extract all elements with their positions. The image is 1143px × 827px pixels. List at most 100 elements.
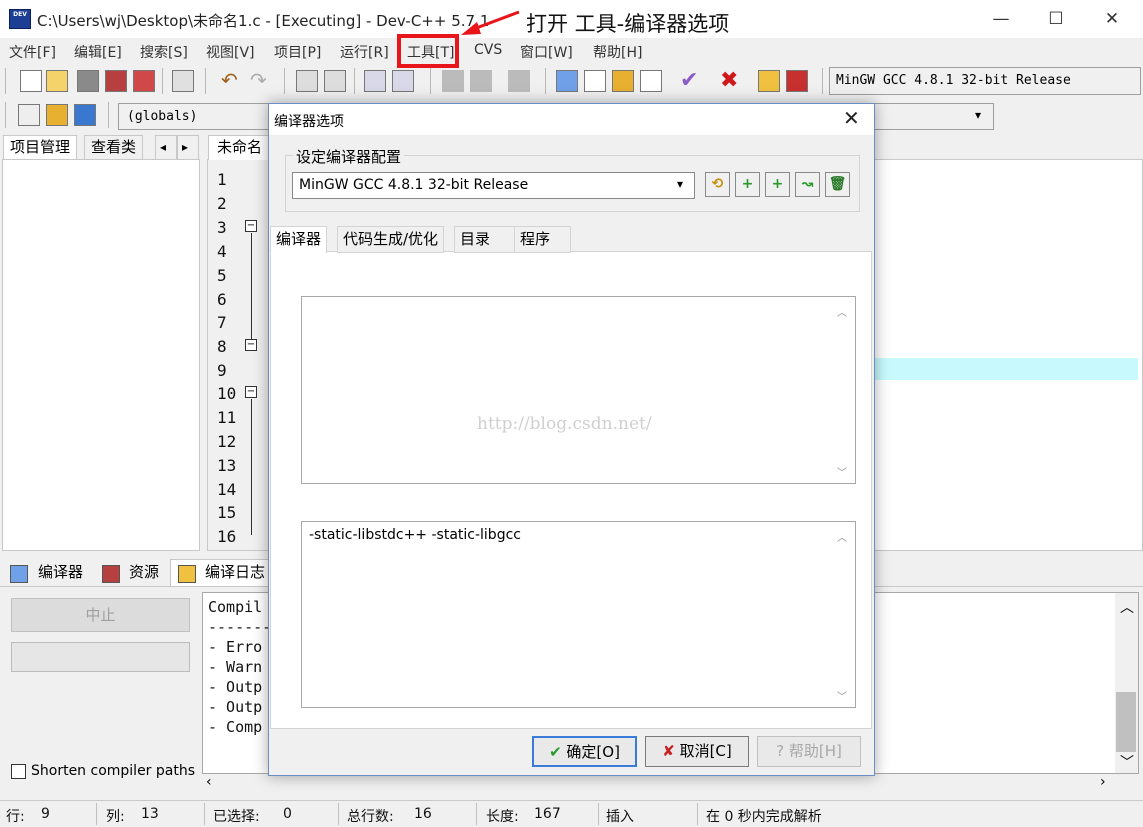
fold-toggle-icon[interactable]: − [245,220,257,232]
ok-button[interactable]: ✔ 确定[O] [532,736,637,767]
profile-icon[interactable] [758,70,780,92]
dialog-close-button[interactable]: ✕ [843,106,860,130]
toolbar-grip [5,102,6,128]
toggle-bookmark-icon[interactable] [46,104,68,126]
compiler-profile-select[interactable]: MinGW GCC 4.8.1 32-bit Release [829,67,1141,95]
scroll-up-icon[interactable]: ︿ [837,529,847,544]
project-tree[interactable] [2,159,200,551]
syntax-check-icon[interactable]: ✔ [680,68,698,93]
save-all-icon[interactable] [105,70,127,92]
chevron-down-icon[interactable]: ▾ [677,177,683,191]
status-separator [476,803,477,825]
compiler-commands-memo[interactable] [301,296,856,484]
scroll-down-icon[interactable]: ﹀ [1120,752,1134,772]
new-file-icon[interactable] [20,70,42,92]
indent-icon [442,70,464,92]
toolbar-separator [162,68,163,94]
tab-project[interactable]: 项目管理 [3,135,78,160]
menu-run[interactable]: 运行[R] [340,42,389,62]
scroll-up-icon[interactable]: ︿ [1120,597,1134,617]
help-icon: ? [776,742,785,760]
goto-bookmark-icon[interactable] [74,104,96,126]
tab-compiler[interactable]: 编译器 [38,561,83,586]
menu-view[interactable]: 视图[V] [206,42,255,62]
menu-search[interactable]: 搜索[S] [140,42,188,62]
tab-prev-icon[interactable]: ◂ [155,135,177,160]
tab-compile-log[interactable]: 编译日志 [205,561,265,586]
tab-resources[interactable]: 资源 [129,561,159,586]
status-separator [338,803,339,825]
delete-compiler-icon[interactable]: 🗑 [825,172,850,197]
toolbar-separator [205,68,206,94]
status-sel-value: 0 [283,806,292,822]
status-lines-value: 16 [414,806,432,822]
open-file-icon[interactable] [46,70,68,92]
replace-icon[interactable] [324,70,346,92]
scroll-left-icon[interactable]: ‹ [206,774,212,790]
close-file-icon[interactable] [133,70,155,92]
status-len-value: 167 [534,806,561,822]
close-button[interactable]: ✕ [1089,0,1135,38]
linker-commands-memo[interactable] [301,521,856,708]
chevron-down-icon[interactable]: ▾ [975,108,981,122]
compile-icon[interactable] [556,70,578,92]
insert-icon[interactable] [18,104,40,126]
rebuild-icon[interactable] [640,70,662,92]
tab-directories[interactable]: 目录 [454,226,515,253]
dialog-title: 编译器选项 [274,114,344,130]
line-number: 6 [217,290,227,309]
log-horizontal-scrollbar[interactable] [203,775,1138,794]
status-col-value: 13 [141,806,159,822]
stop-execution-icon[interactable]: ✖ [720,68,738,93]
annotation-text: 打开 工具-编译器选项 [526,12,730,36]
status-len-label: 长度: [486,809,519,825]
shorten-paths-checkbox[interactable] [11,764,26,779]
tab-classes[interactable]: 查看类 [84,135,144,160]
goto-function-icon[interactable] [392,70,414,92]
tab-codegen[interactable]: 代码生成/优化 [337,226,445,253]
menu-window[interactable]: 窗口[W] [520,42,573,62]
resources-tab-icon [102,565,120,583]
status-insert-mode: 插入 [606,809,634,825]
rename-compiler-icon[interactable]: ↝ [795,172,820,197]
menu-file[interactable]: 文件[F] [9,42,56,62]
print-icon[interactable] [172,70,194,92]
editor-tab[interactable]: 未命名1 [208,135,270,179]
redo-icon[interactable]: ↷ [250,68,267,92]
menu-edit[interactable]: 编辑[E] [74,42,122,62]
menu-cvs[interactable]: CVS [474,42,502,58]
log-line: - Warn [208,658,263,676]
add-folder-compiler-icon[interactable]: + [765,172,790,197]
scroll-right-icon[interactable]: › [1100,774,1106,790]
debug-icon[interactable] [786,70,808,92]
minimize-button[interactable]: — [978,0,1024,38]
run-icon[interactable] [584,70,606,92]
save-icon[interactable] [77,70,99,92]
maximize-button[interactable]: ☐ [1033,0,1079,38]
add-compiler-icon[interactable]: + [735,172,760,197]
scroll-down-icon[interactable]: ﹀ [837,464,847,479]
cancel-button[interactable]: ✘ 取消[C] [645,736,749,767]
menu-project[interactable]: 项目[P] [274,42,321,62]
compile-run-icon[interactable] [612,70,634,92]
app-icon: DEV [9,9,31,29]
scroll-down-icon[interactable]: ﹀ [837,688,847,703]
goto-line-icon[interactable] [364,70,386,92]
find-icon[interactable] [296,70,318,92]
find-compiler-icon[interactable]: ⟲ [705,172,730,197]
tab-compiler-settings[interactable]: 编译器 [270,226,328,254]
compiler-set-select[interactable]: MinGW GCC 4.8.1 32-bit Release [292,172,695,199]
undo-icon[interactable]: ↶ [221,68,238,92]
menu-help[interactable]: 帮助[H] [593,42,642,62]
status-row-label: 行: [6,809,25,825]
status-col-label: 列: [106,809,125,825]
help-button: ? 帮助[H] [757,736,861,767]
line-number: 14 [217,480,237,499]
fold-toggle-icon[interactable]: − [245,386,257,398]
log-scroll-thumb[interactable] [1116,692,1136,752]
fold-toggle-icon[interactable]: − [245,339,257,351]
tab-programs[interactable]: 程序 [514,226,571,253]
tab-next-icon[interactable]: ▸ [177,135,199,160]
scroll-up-icon[interactable]: ︿ [837,304,847,319]
line-number: 4 [217,242,227,261]
